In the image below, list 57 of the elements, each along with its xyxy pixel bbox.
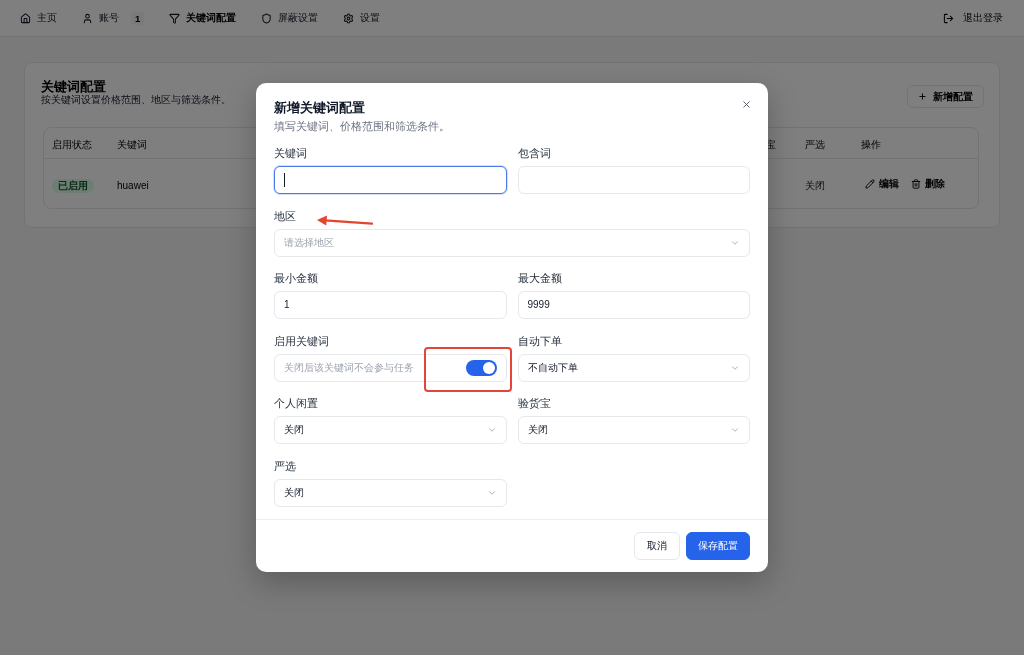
field-label: 包含词 [517, 146, 551, 161]
nav-tab[interactable]: 屏蔽设置 [257, 6, 323, 30]
count-badge: 1 [131, 11, 145, 25]
add-config-button[interactable]: 新增配置 [907, 85, 984, 108]
close-button[interactable] [740, 98, 752, 111]
edit-button[interactable]: 编辑 [865, 176, 899, 191]
field-label: 地区 [274, 208, 296, 223]
close-icon [740, 98, 752, 110]
save-button[interactable]: 保存配置 [686, 531, 750, 560]
field-label: 最小金额 [274, 271, 318, 286]
table-cell: 关闭 [805, 179, 825, 191]
card-subtitle: 按关键词设置价格范围、地区与筛选条件。 [41, 94, 231, 106]
hint-text: 关闭后该关键词不会参与任务 [284, 360, 414, 375]
cancel-button[interactable]: 取消 [634, 531, 680, 560]
field-label: 自动下单 [517, 333, 562, 348]
dialog-subtitle: 填写关键词、价格范围和筛选条件。 [274, 119, 450, 134]
delete-button[interactable]: 删除 [911, 176, 945, 191]
nav-tab[interactable]: 设置 [339, 6, 385, 30]
arrow-annotation [317, 214, 373, 227]
input-field[interactable] [274, 166, 507, 195]
select-field[interactable]: 关闭 [274, 478, 507, 507]
logout-icon [943, 12, 954, 24]
nav-tab[interactable]: 关键词配置 [165, 6, 241, 30]
column-header: 启用状态 [52, 139, 92, 150]
logout-button[interactable]: 退出登录 [939, 6, 1007, 30]
house-icon [20, 12, 31, 24]
funnel-icon [169, 12, 181, 24]
field-label: 个人闲置 [274, 396, 318, 411]
input-field[interactable]: 1 [274, 291, 507, 320]
text-cursor-icon [284, 173, 285, 188]
nav-tab[interactable]: 账号 1 [78, 6, 149, 30]
input-field[interactable]: 9999 [517, 291, 750, 320]
table-cell: huawei [117, 179, 149, 191]
person-icon [82, 12, 93, 24]
select-field[interactable]: 关闭 [274, 416, 507, 445]
select-field[interactable]: 关闭 [517, 416, 750, 445]
gear-icon [343, 12, 355, 24]
status-badge: 已启用 [52, 178, 94, 193]
shield-icon [261, 12, 273, 24]
field-label: 严选 [274, 458, 296, 473]
nav-tab[interactable]: 主页 [16, 6, 61, 30]
field-label: 启用关键词 [274, 333, 329, 348]
field-label: 关键词 [274, 146, 307, 161]
column-header: 关键词 [117, 139, 147, 150]
field-label: 验货宝 [517, 396, 551, 411]
toggle-switch[interactable] [465, 359, 497, 376]
dialog-title: 新增关键词配置 [274, 100, 365, 117]
column-header: 严选 [805, 139, 825, 150]
pencil-icon [865, 178, 875, 189]
column-header: 宝 [766, 139, 776, 150]
card-title: 关键词配置 [41, 80, 106, 94]
plus-icon [918, 92, 927, 101]
field-label: 最大金额 [517, 271, 562, 286]
column-header: 操作 [861, 139, 881, 150]
trash-icon [911, 178, 921, 189]
select-field[interactable]: 不自动下单 [517, 353, 750, 382]
select-field[interactable]: 请选择地区 [274, 228, 750, 257]
